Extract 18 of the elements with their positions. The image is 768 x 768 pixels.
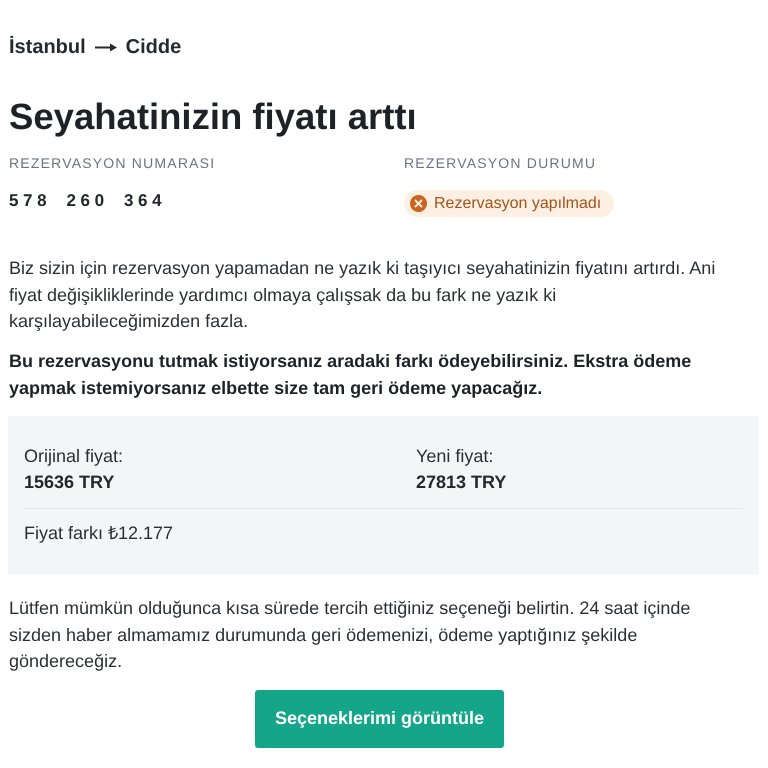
destination-city: Cidde — [126, 35, 182, 60]
price-label: Yeni fiyat: — [416, 445, 494, 468]
arrow-icon — [94, 42, 117, 53]
cross-circle-icon — [410, 195, 427, 212]
price-label: Orijinal fiyat: — [24, 445, 124, 468]
paragraph: Biz sizin için rezervasyon yapamadan ne yazık ki taşıyıcı seyahatinizin fiyatını artırdı. Ani fiyat değişikliklerinde yardımcı olmaya çalışsak da bu fark ne yazık ki karşılayabileceğimizden fazla. — [9, 257, 716, 333]
status-text: Rezervasyon yapılmadı — [434, 194, 602, 213]
price-difference: Fiyat farkı ₺12.177 — [24, 522, 174, 545]
price-value: 15636 TRY — [24, 471, 116, 494]
booking-status-label: REZERVASYON DURUMU — [404, 154, 598, 172]
booking-number: 578 260 364 — [9, 190, 168, 212]
origin-city: İstanbul — [9, 34, 86, 60]
page-title: Seyahatinizin fiyatı arttı — [9, 95, 418, 139]
booking-number-label: REZERVASYON NUMARASI — [9, 154, 216, 172]
bold-paragraph: Bu rezervasyonu tutmak istiyorsanız aradaki farkı ödeyebilirsiniz. Ekstra ödeme yapmak istemiyorsanız elbette size tam geri ödeme yapacağız. — [9, 350, 692, 400]
view-options-button[interactable]: Seçeneklerimi görüntüle — [255, 690, 504, 748]
paragraph: Lütfen mümkün olduğunca kısa sürede tercih ettiğiniz seçeneği belirtin. 24 saat içinde sizden haber almamamız durumunda geri ödemenizi, ödeme yaptığınız şekilde göndereceğiz. — [9, 597, 692, 673]
price-value: 27813 TRY — [416, 471, 508, 494]
